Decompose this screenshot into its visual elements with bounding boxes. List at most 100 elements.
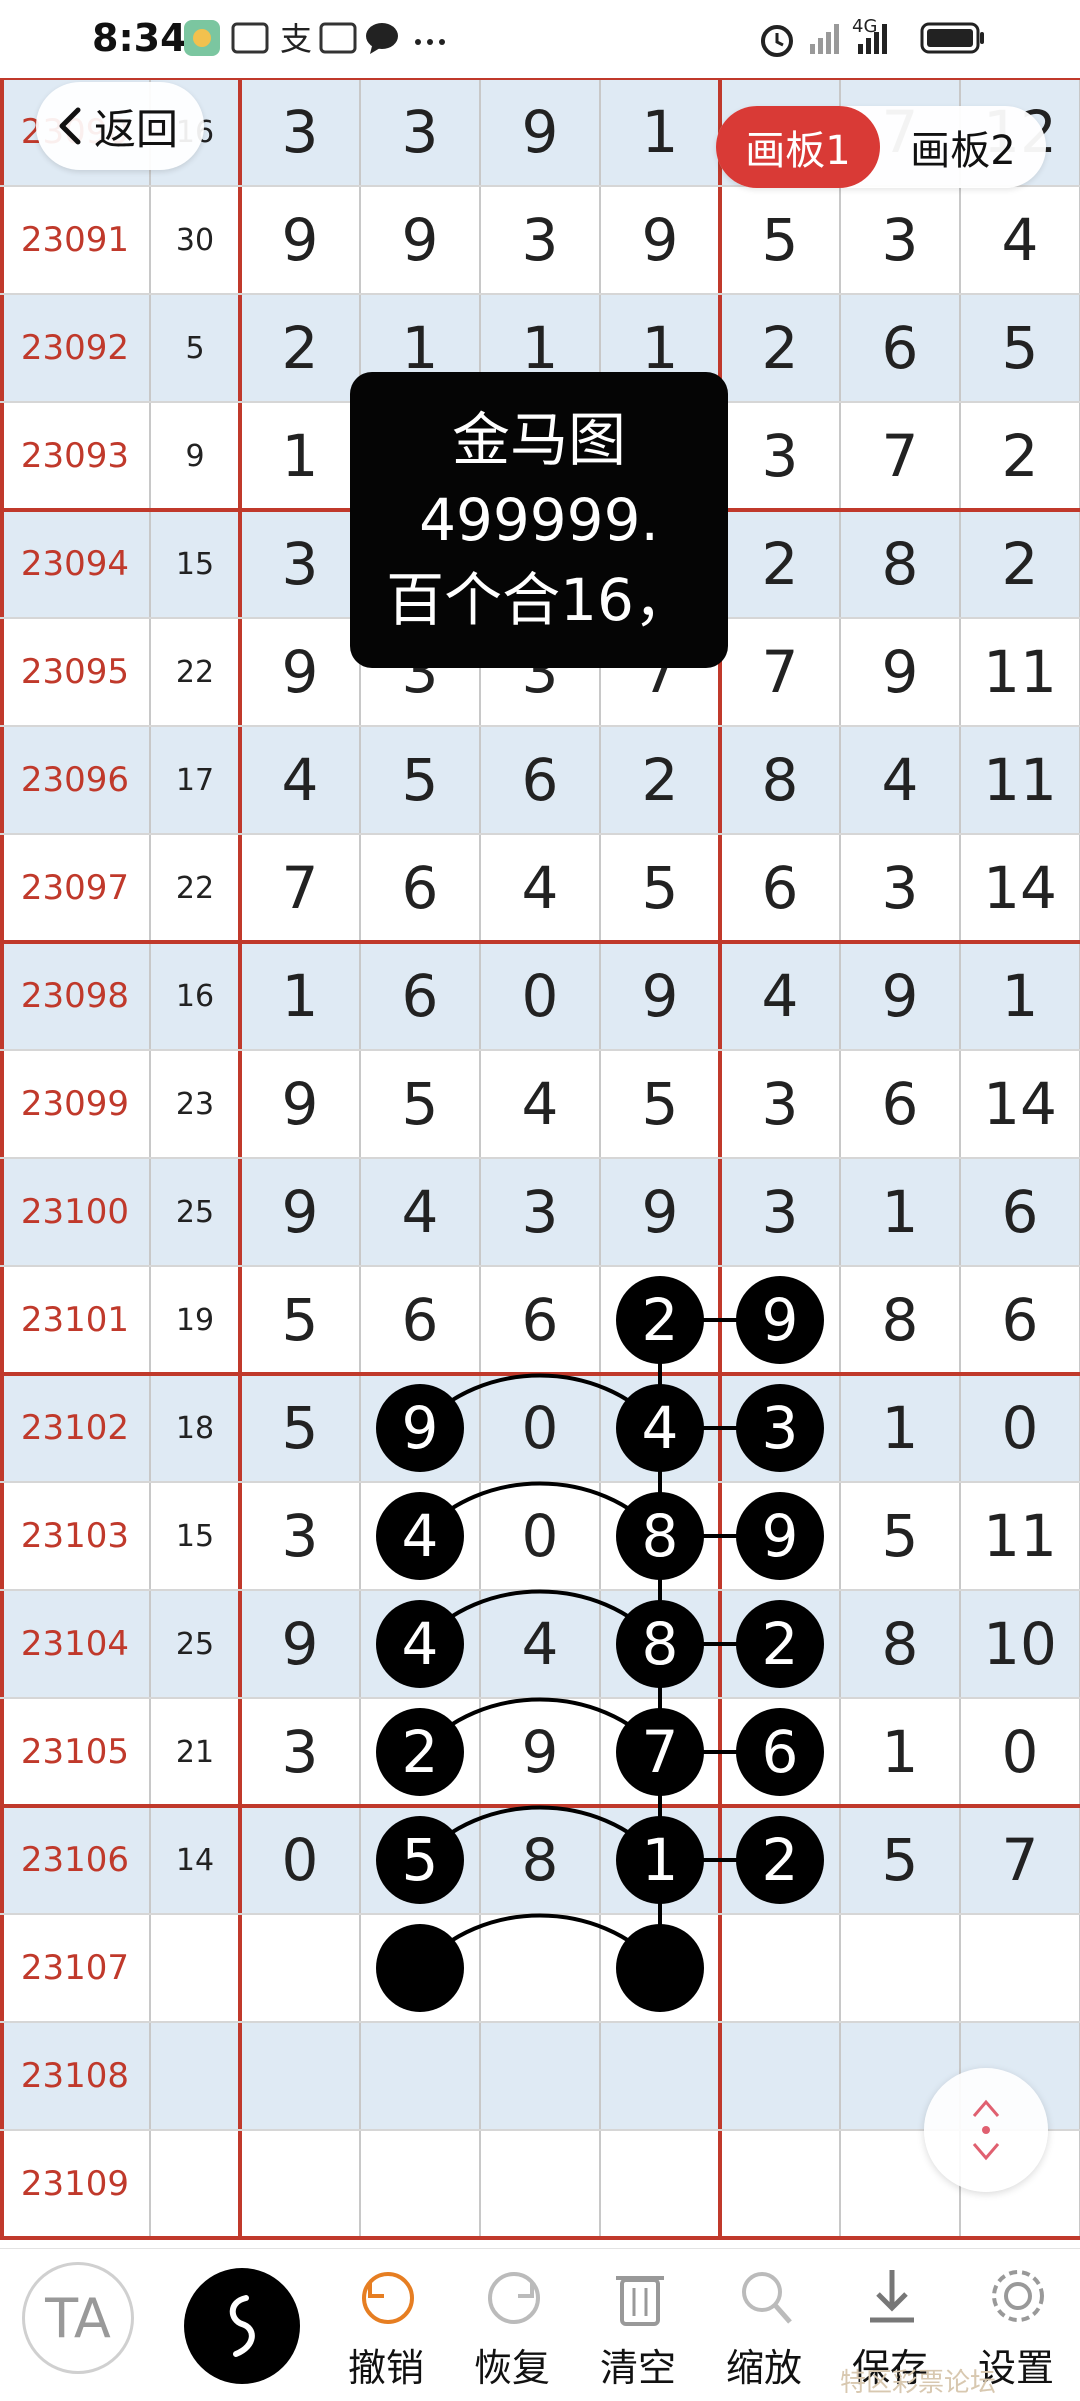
circled-digit[interactable]: 4 xyxy=(360,1482,480,1590)
issue-number[interactable]: 23105 xyxy=(0,1698,150,1806)
digit-cell[interactable]: 3 xyxy=(720,1050,840,1158)
issue-number[interactable]: 23093 xyxy=(0,402,150,510)
issue-number[interactable]: 23108 xyxy=(0,2022,150,2130)
scroll-handle[interactable] xyxy=(924,2068,1048,2192)
digit-cell[interactable]: 7 xyxy=(960,1806,1080,1914)
note-popup[interactable]: 金马图 499999. 百个合16， xyxy=(350,372,728,668)
digit-cell[interactable]: 14 xyxy=(960,834,1080,942)
digit-cell[interactable]: 9 xyxy=(600,186,720,294)
digit-cell[interactable]: 9 xyxy=(240,186,360,294)
digit-cell[interactable]: 3 xyxy=(840,186,960,294)
digit-cell[interactable]: 9 xyxy=(240,1590,360,1698)
digit-cell[interactable]: 7 xyxy=(240,834,360,942)
digit-cell[interactable]: 4 xyxy=(480,1590,600,1698)
clear-button[interactable]: 清空 xyxy=(578,2248,698,2400)
issue-sum[interactable]: 14 xyxy=(150,1806,240,1914)
digit-cell[interactable] xyxy=(240,1914,360,2022)
digit-cell[interactable]: 8 xyxy=(720,726,840,834)
issue-sum[interactable]: 21 xyxy=(150,1698,240,1806)
issue-sum[interactable]: 25 xyxy=(150,1590,240,1698)
digit-cell[interactable]: 0 xyxy=(960,1698,1080,1806)
digit-cell[interactable]: 3 xyxy=(480,1158,600,1266)
issue-sum[interactable]: 19 xyxy=(150,1266,240,1374)
digit-cell[interactable]: 1 xyxy=(840,1374,960,1482)
digit-cell[interactable]: 3 xyxy=(840,834,960,942)
digit-cell[interactable]: 3 xyxy=(720,1158,840,1266)
digit-cell[interactable]: 1 xyxy=(600,78,720,186)
digit-cell[interactable]: 0 xyxy=(480,942,600,1050)
circled-digit[interactable]: 1 xyxy=(600,1806,720,1914)
digit-cell[interactable]: 11 xyxy=(960,618,1080,726)
issue-number[interactable]: 23096 xyxy=(0,726,150,834)
digit-cell[interactable]: 7 xyxy=(720,618,840,726)
digit-cell[interactable]: 11 xyxy=(960,1482,1080,1590)
issue-sum[interactable]: 22 xyxy=(150,834,240,942)
digit-cell[interactable]: 6 xyxy=(480,726,600,834)
digit-cell[interactable]: 2 xyxy=(720,510,840,618)
digit-cell[interactable]: 6 xyxy=(480,1266,600,1374)
issue-number[interactable]: 23106 xyxy=(0,1806,150,1914)
digit-cell[interactable]: 5 xyxy=(960,294,1080,402)
digit-cell[interactable]: 3 xyxy=(240,1698,360,1806)
issue-number[interactable]: 23100 xyxy=(0,1158,150,1266)
issue-sum[interactable]: 17 xyxy=(150,726,240,834)
digit-cell[interactable]: 9 xyxy=(840,618,960,726)
circled-digit[interactable]: 2 xyxy=(720,1590,840,1698)
digit-cell[interactable]: 3 xyxy=(240,510,360,618)
digit-cell[interactable]: 0 xyxy=(480,1374,600,1482)
digit-cell[interactable]: 14 xyxy=(960,1050,1080,1158)
issue-number[interactable]: 23101 xyxy=(0,1266,150,1374)
digit-cell[interactable] xyxy=(720,2022,840,2130)
digit-cell[interactable]: 6 xyxy=(960,1158,1080,1266)
issue-number[interactable]: 23097 xyxy=(0,834,150,942)
circled-digit[interactable]: 8 xyxy=(600,1482,720,1590)
digit-cell[interactable]: 6 xyxy=(360,1266,480,1374)
issue-sum[interactable]: 18 xyxy=(150,1374,240,1482)
digit-cell[interactable]: 4 xyxy=(960,186,1080,294)
digit-cell[interactable]: 10 xyxy=(960,1590,1080,1698)
digit-cell[interactable]: 9 xyxy=(360,186,480,294)
issue-sum[interactable] xyxy=(150,1914,240,2022)
digit-cell[interactable]: 5 xyxy=(360,1050,480,1158)
draw-tool-button[interactable] xyxy=(184,2268,300,2384)
issue-sum[interactable]: 30 xyxy=(150,186,240,294)
digit-cell[interactable]: 5 xyxy=(240,1266,360,1374)
issue-number[interactable]: 23104 xyxy=(0,1590,150,1698)
circled-digit[interactable]: 6 xyxy=(720,1698,840,1806)
digit-cell[interactable] xyxy=(240,2130,360,2238)
undo-button[interactable]: 撤销 xyxy=(326,2248,446,2400)
digit-cell[interactable]: 5 xyxy=(840,1806,960,1914)
digit-cell[interactable]: 4 xyxy=(720,942,840,1050)
digit-cell[interactable] xyxy=(480,1914,600,2022)
circled-digit[interactable]: 3 xyxy=(720,1374,840,1482)
digit-cell[interactable]: 2 xyxy=(600,726,720,834)
digit-cell[interactable]: 3 xyxy=(240,78,360,186)
digit-cell[interactable]: 8 xyxy=(840,510,960,618)
digit-cell[interactable]: 5 xyxy=(600,834,720,942)
issue-sum[interactable]: 15 xyxy=(150,1482,240,1590)
digit-cell[interactable]: 9 xyxy=(600,1158,720,1266)
digit-cell[interactable]: 6 xyxy=(960,1266,1080,1374)
digit-cell[interactable] xyxy=(720,2130,840,2238)
digit-cell[interactable]: 3 xyxy=(240,1482,360,1590)
circled-digit[interactable]: 5 xyxy=(360,1806,480,1914)
digit-cell[interactable]: 8 xyxy=(480,1806,600,1914)
digit-cell[interactable]: 4 xyxy=(360,1158,480,1266)
issue-sum[interactable]: 16 xyxy=(150,942,240,1050)
issue-sum[interactable]: 9 xyxy=(150,402,240,510)
digit-cell[interactable] xyxy=(360,2022,480,2130)
digit-cell[interactable]: 6 xyxy=(360,942,480,1050)
digit-cell[interactable]: 5 xyxy=(360,726,480,834)
digit-cell[interactable] xyxy=(480,2130,600,2238)
digit-cell[interactable]: 4 xyxy=(840,726,960,834)
circled-digit[interactable] xyxy=(360,1914,480,2022)
issue-sum[interactable] xyxy=(150,2022,240,2130)
issue-sum[interactable]: 23 xyxy=(150,1050,240,1158)
digit-cell[interactable]: 8 xyxy=(840,1590,960,1698)
digit-cell[interactable]: 5 xyxy=(600,1050,720,1158)
tab-board-1[interactable]: 画板1 xyxy=(716,106,880,188)
digit-cell[interactable]: 0 xyxy=(960,1374,1080,1482)
circled-digit[interactable]: 9 xyxy=(360,1374,480,1482)
digit-cell[interactable]: 8 xyxy=(840,1266,960,1374)
text-tool-button[interactable]: TA xyxy=(22,2262,134,2374)
